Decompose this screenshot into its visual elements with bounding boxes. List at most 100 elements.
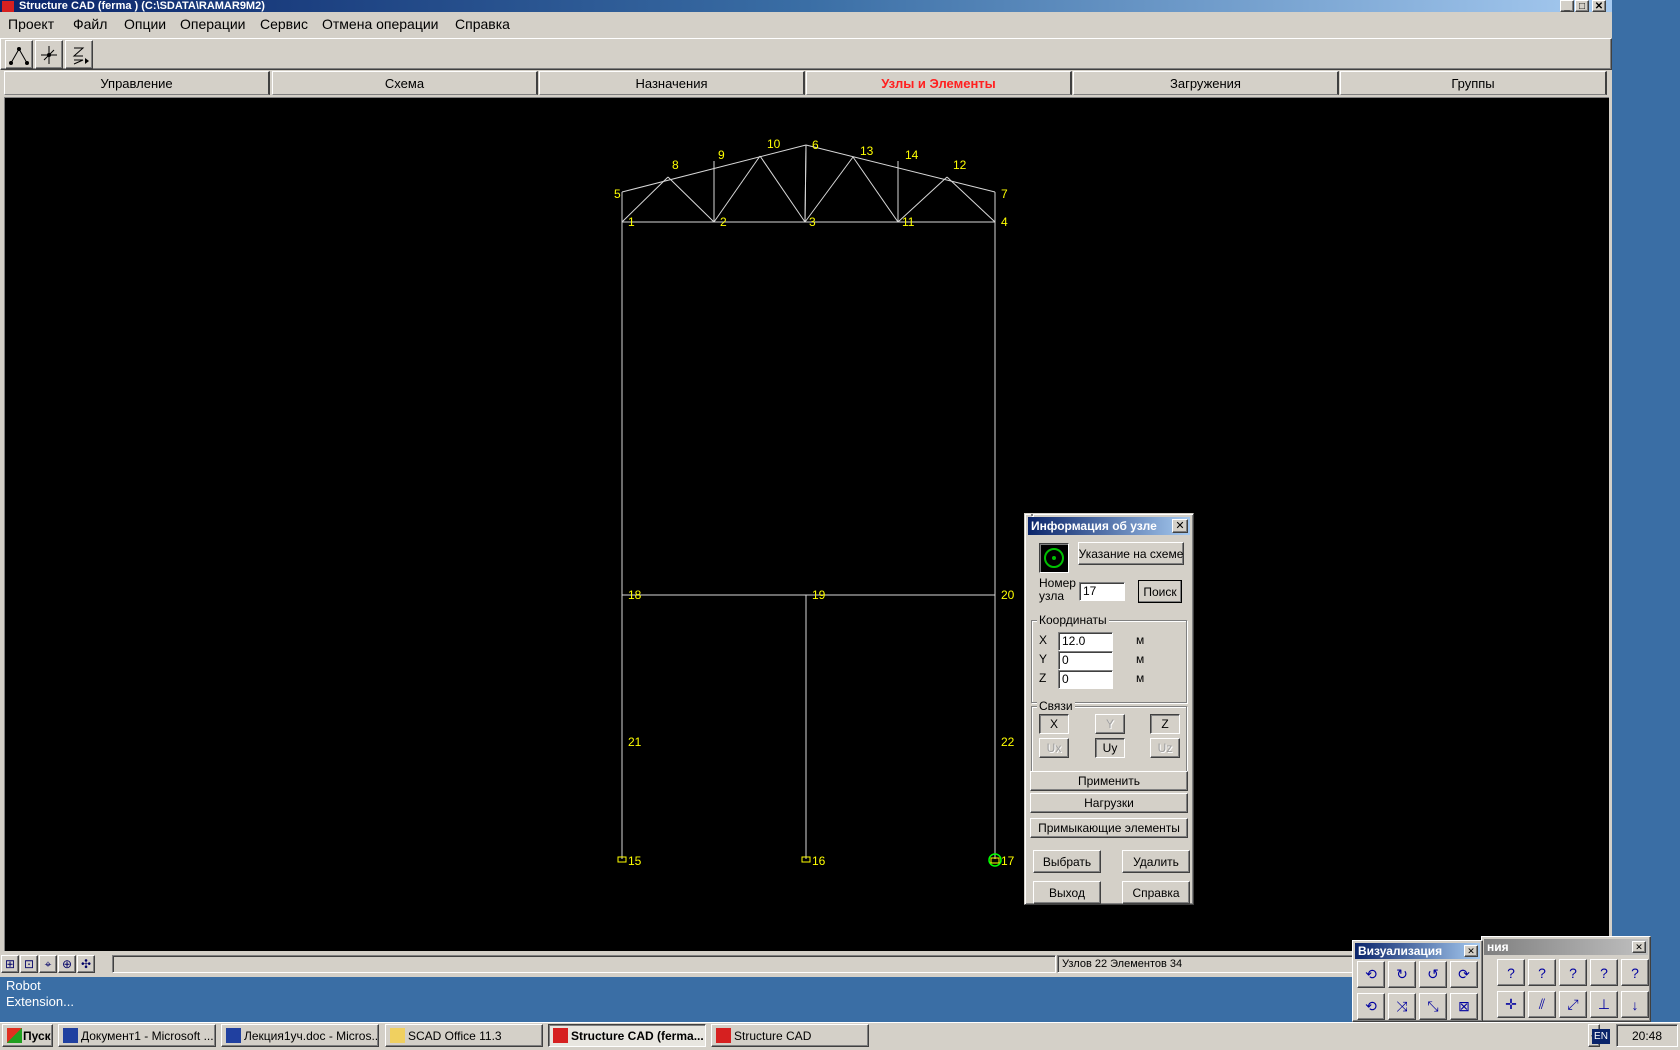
scad-icon xyxy=(716,1028,731,1043)
element-line[interactable] xyxy=(804,156,854,223)
constraint-uz-toggle[interactable]: Uz xyxy=(1150,738,1180,758)
structure-model[interactable]: 1 2 3 45678910111213 1415 16 1718 19 2021 22 xyxy=(5,98,1610,952)
viz2-tool-7[interactable]: ⫽ xyxy=(1528,991,1556,1018)
tab-assignments[interactable]: Назначения xyxy=(539,71,805,95)
viz-tool-7[interactable]: ⤡ xyxy=(1419,993,1447,1020)
node-label-3: 3 xyxy=(809,215,816,229)
coord-x-label: X xyxy=(1039,633,1048,647)
select-button[interactable]: Выбрать xyxy=(1033,850,1101,873)
task-structure-cad-active[interactable]: Structure CAD (ferma... xyxy=(548,1024,706,1047)
adjacent-elements-button[interactable]: Примыкающие элементы xyxy=(1030,818,1188,838)
close-button[interactable]: ✕ xyxy=(1592,0,1606,12)
tab-loadings[interactable]: Загружения xyxy=(1073,71,1339,95)
status-tool-1-button[interactable]: ⊞ xyxy=(1,955,19,973)
menu-file[interactable]: Файл xyxy=(73,16,107,32)
node-number-button[interactable] xyxy=(65,40,93,69)
app-icon xyxy=(2,1,14,12)
constraint-uy-toggle[interactable]: Uy xyxy=(1095,738,1125,758)
coordinates-group-label: Координаты xyxy=(1037,613,1109,627)
pick-on-scheme-button[interactable]: Указание на схеме xyxy=(1078,542,1184,565)
coord-y-input[interactable]: 0 xyxy=(1058,651,1113,670)
element-line[interactable] xyxy=(852,156,899,223)
viz2-tool-10[interactable]: ↓ xyxy=(1621,991,1649,1018)
coord-x-input[interactable]: 12.0 xyxy=(1058,632,1113,651)
node-create-button[interactable] xyxy=(5,40,33,69)
menu-operations[interactable]: Операции xyxy=(180,16,246,32)
constraint-y-toggle[interactable]: Y xyxy=(1095,714,1125,734)
task-lecture[interactable]: Лекция1уч.doc - Micros... xyxy=(221,1024,379,1047)
viz2-tool-4[interactable]: ? xyxy=(1590,959,1618,986)
constraint-ux-toggle[interactable]: Ux xyxy=(1039,738,1069,758)
task-structure-cad[interactable]: Structure CAD xyxy=(711,1024,869,1047)
tab-control[interactable]: Управление xyxy=(4,71,270,95)
viz-tool-1[interactable]: ⟲ xyxy=(1357,961,1385,988)
viz2-tool-5[interactable]: ? xyxy=(1621,959,1649,986)
viz2-tool-8[interactable]: ⤢ xyxy=(1559,991,1587,1018)
help-button[interactable]: Справка xyxy=(1122,881,1190,904)
viz-tool-3[interactable]: ↺ xyxy=(1419,961,1447,988)
tab-scheme[interactable]: Схема xyxy=(272,71,538,95)
node-move-button[interactable] xyxy=(35,40,63,69)
element-line[interactable] xyxy=(804,144,807,223)
task-document1[interactable]: Документ1 - Microsoft ... xyxy=(58,1024,216,1047)
viz2-tool-6[interactable]: ✛ xyxy=(1497,991,1525,1018)
info-nj-icon: ? xyxy=(1600,964,1608,981)
viz-panel-2-close-button[interactable]: ✕ xyxy=(1632,941,1646,953)
coord-y-label: Y xyxy=(1039,652,1048,666)
viz-tool-2[interactable]: ↻ xyxy=(1388,961,1416,988)
node-number-label: Номер узла xyxy=(1039,576,1076,603)
status-tool-4-button[interactable]: ⊕ xyxy=(58,955,76,973)
tab-groups[interactable]: Группы xyxy=(1340,71,1607,95)
status-tool-2-button[interactable]: ⊡ xyxy=(20,955,38,973)
menu-project[interactable]: Проект xyxy=(8,16,54,32)
minimize-button[interactable]: _ xyxy=(1560,0,1574,12)
node-label-10: 10 xyxy=(767,137,781,151)
constraint-z-toggle[interactable]: Z xyxy=(1150,714,1180,734)
element-line[interactable] xyxy=(713,155,761,223)
tab-nodes-elements[interactable]: Узлы и Элементы xyxy=(806,71,1072,95)
constraint-x-toggle[interactable]: X xyxy=(1039,714,1069,734)
status-tool-3-button[interactable]: ⌖ xyxy=(39,955,57,973)
element-line[interactable] xyxy=(667,176,715,223)
dialog-close-button[interactable]: ✕ xyxy=(1172,519,1188,533)
menu-help[interactable]: Справка xyxy=(455,16,510,32)
folder-icon xyxy=(390,1028,405,1043)
maximize-button[interactable]: □ xyxy=(1575,0,1589,12)
desktop-robot-extension[interactable]: Robot Extension... xyxy=(6,978,74,1010)
element-line[interactable] xyxy=(759,155,806,223)
node-number-input[interactable]: 17 xyxy=(1079,582,1125,601)
viz-tool-4[interactable]: ⟳ xyxy=(1450,961,1478,988)
model-canvas[interactable]: 1 2 3 4 5 6 7 8 9 10 11 12 13 14 15 16 17 18 19 20 21 22 xyxy=(4,97,1609,951)
delete-button[interactable]: Удалить xyxy=(1122,850,1190,873)
loads-button[interactable]: Нагрузки xyxy=(1030,793,1188,813)
arrow-diag-icon: ⤢ xyxy=(1567,996,1579,1012)
status-tool-5-button[interactable]: ✣ xyxy=(77,955,95,973)
rotate-plane-icon: ⟲ xyxy=(1365,998,1377,1014)
element-line[interactable] xyxy=(946,176,996,223)
node-label-7: 7 xyxy=(1001,187,1008,201)
viz-tool-8[interactable]: ⊠ xyxy=(1450,993,1478,1020)
element-line[interactable] xyxy=(805,144,996,193)
viz-tool-5[interactable]: ⟲ xyxy=(1357,993,1385,1020)
node-pick-icon-button[interactable] xyxy=(1039,543,1069,573)
menu-service[interactable]: Сервис xyxy=(260,16,308,32)
language-indicator[interactable]: EN xyxy=(1592,1029,1610,1044)
viz2-tool-2[interactable]: ? xyxy=(1528,959,1556,986)
exit-button[interactable]: Выход xyxy=(1033,881,1101,904)
start-button[interactable]: Пуск xyxy=(2,1024,53,1047)
search-button[interactable]: Поиск xyxy=(1138,580,1182,603)
viz2-tool-1[interactable]: ? xyxy=(1497,959,1525,986)
menu-options[interactable]: Опции xyxy=(124,16,166,32)
menu-undo[interactable]: Отмена операции xyxy=(322,16,439,32)
viz2-tool-9[interactable]: ⊥ xyxy=(1590,991,1618,1018)
apply-button[interactable]: Применить xyxy=(1030,771,1188,791)
rotate-y-icon: ↺ xyxy=(1427,966,1439,982)
coord-z-input[interactable]: 0 xyxy=(1058,670,1113,689)
task-scad-office[interactable]: SCAD Office 11.3 xyxy=(385,1024,543,1047)
viz-panel-close-button[interactable]: ✕ xyxy=(1464,945,1478,957)
word-icon xyxy=(226,1028,241,1043)
windows-logo-icon xyxy=(7,1028,22,1043)
window-title: Structure CAD (ferma ) (C:\SDATA\RAMAR9M… xyxy=(19,0,265,12)
viz2-tool-3[interactable]: ? xyxy=(1559,959,1587,986)
viz-tool-6[interactable]: ⤨ xyxy=(1388,993,1416,1020)
